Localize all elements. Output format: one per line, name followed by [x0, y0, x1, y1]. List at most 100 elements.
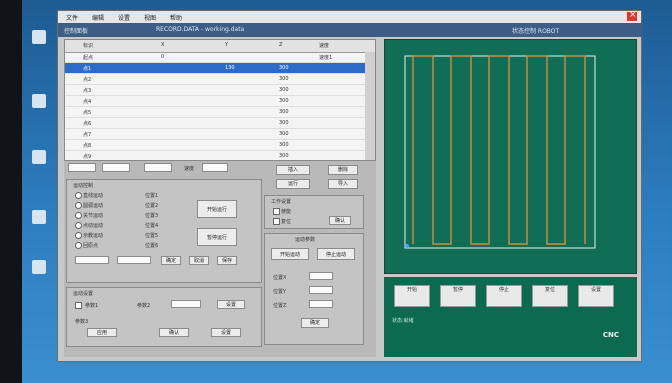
- table-row[interactable]: 起点 0 速度1: [65, 52, 375, 63]
- canvas-pause-button[interactable]: 暂停: [440, 285, 476, 307]
- canvas-reset-button[interactable]: 复位: [532, 285, 568, 307]
- position-x-input[interactable]: [309, 272, 333, 280]
- ok-button[interactable]: 确认: [159, 328, 189, 337]
- param-input-2[interactable]: [117, 256, 151, 264]
- path-preview: [404, 55, 596, 249]
- start-button[interactable]: 开始运行: [197, 200, 237, 218]
- radio-label: 圆弧运动: [83, 203, 104, 209]
- speed-input[interactable]: [202, 163, 228, 172]
- radio-label: 回原点: [83, 243, 99, 249]
- enable-checkbox[interactable]: [75, 302, 82, 309]
- apply-button[interactable]: 应用: [87, 328, 117, 337]
- cancel-button[interactable]: 取消: [189, 256, 209, 265]
- table-row[interactable]: 点1 130 300: [65, 63, 375, 74]
- desktop-icon-computer[interactable]: [32, 30, 46, 44]
- canvas-settings-button[interactable]: 设置: [578, 285, 614, 307]
- titlebar-right: 状态控制 ROBOT: [512, 28, 560, 35]
- desktop-icon-app[interactable]: [32, 210, 46, 224]
- right-control-panel: 开始 暂停 停止 复位 设置 状态:就绪 CNC: [384, 277, 637, 357]
- table-row[interactable]: 点7 300: [65, 129, 375, 140]
- import-button[interactable]: 导入: [328, 179, 358, 189]
- ok-button[interactable]: 确定: [301, 318, 329, 328]
- desktop-icon-settings[interactable]: [32, 260, 46, 274]
- table-scrollbar[interactable]: [365, 52, 375, 160]
- table-cell: 点2: [83, 77, 92, 83]
- status-text: 状态:就绪: [392, 318, 414, 324]
- position-y-input[interactable]: [309, 286, 333, 294]
- titlebar-center: RECORD.DATA - working.data: [156, 26, 245, 33]
- pause-button[interactable]: 暂停运行: [197, 228, 237, 246]
- menu-file[interactable]: 文件: [66, 13, 78, 22]
- table-cell: 点8: [83, 143, 92, 149]
- close-icon[interactable]: [627, 10, 637, 21]
- table-cell: 点7: [83, 132, 92, 138]
- table-cell: 300: [279, 98, 289, 104]
- radio-mode-4[interactable]: [75, 222, 82, 229]
- radio-mode-1[interactable]: [75, 192, 82, 199]
- insert-button[interactable]: 插入: [276, 165, 310, 175]
- param-label: 参数2: [137, 303, 151, 309]
- title-bar: 控制面板 RECORD.DATA - working.data 状态控制 ROB…: [58, 23, 643, 37]
- col-header: Y: [225, 42, 229, 48]
- menu-edit[interactable]: 编辑: [92, 13, 104, 22]
- save-button[interactable]: 保存: [217, 256, 237, 265]
- path-canvas[interactable]: [384, 39, 637, 274]
- table-row[interactable]: 点9 300: [65, 151, 375, 160]
- desktop-icon-network[interactable]: [32, 94, 46, 108]
- table-cell: 300: [279, 65, 289, 71]
- enable-checkbox[interactable]: [273, 208, 280, 215]
- param-input-1[interactable]: [75, 256, 109, 264]
- points-table: 标识 X Y Z 速度 起点 0 速度1 点1 130 300 点2 300 点3 300 点4 30…: [64, 39, 376, 161]
- param-label: 参数1: [85, 303, 99, 309]
- set-button[interactable]: 设置: [217, 300, 245, 309]
- stop-motion-button[interactable]: 停止运动: [317, 248, 355, 260]
- menu-view[interactable]: 视图: [144, 13, 156, 22]
- table-cell: 点3: [83, 88, 92, 94]
- desktop-icon-folder[interactable]: [32, 150, 46, 164]
- group-title: 工作设置: [271, 199, 292, 205]
- col-header: Z: [279, 42, 283, 48]
- table-row[interactable]: 点2 300: [65, 74, 375, 85]
- run-button[interactable]: 运行: [276, 179, 310, 189]
- main-window: 文件 编辑 设置 视图 帮助 控制面板 RECORD.DATA - workin…: [57, 10, 643, 362]
- table-row[interactable]: 点3 300: [65, 85, 375, 96]
- radio-mode-5[interactable]: [75, 232, 82, 239]
- extra-button[interactable]: 设置: [211, 328, 241, 337]
- start-motion-button[interactable]: 开始运动: [271, 248, 309, 260]
- param-label: 位置Y: [273, 289, 287, 295]
- table-cell: 300: [279, 120, 289, 126]
- param-input-3[interactable]: [171, 300, 201, 308]
- value-label: 位置4: [145, 223, 159, 229]
- table-row[interactable]: 点8 300: [65, 140, 375, 151]
- canvas-stop-button[interactable]: 停止: [486, 285, 522, 307]
- motion-control-group: 运动控制 直线运动 位置1 圆弧运动 位置2 关节运动 位置3 点动运动 位置4…: [66, 179, 262, 283]
- point-y-input[interactable]: [144, 163, 172, 172]
- confirm-button[interactable]: 确认: [329, 216, 351, 225]
- radio-mode-6[interactable]: [75, 242, 82, 249]
- table-cell: 300: [279, 109, 289, 115]
- table-row[interactable]: 点6 300: [65, 118, 375, 129]
- point-x-input[interactable]: [102, 163, 130, 172]
- chk-label: 使能: [281, 209, 292, 215]
- radio-mode-2[interactable]: [75, 202, 82, 209]
- menu-help[interactable]: 帮助: [170, 13, 182, 22]
- value-label: 位置2: [145, 203, 159, 209]
- radio-label: 直线运动: [83, 193, 104, 199]
- radio-mode-3[interactable]: [75, 212, 82, 219]
- reset-checkbox[interactable]: [273, 218, 280, 225]
- position-z-input[interactable]: [309, 300, 333, 308]
- table-row[interactable]: 点5 300: [65, 107, 375, 118]
- canvas-start-button[interactable]: 开始: [394, 285, 430, 307]
- confirm-button[interactable]: 确定: [161, 256, 181, 265]
- left-pane: 标识 X Y Z 速度 起点 0 速度1 点1 130 300 点2 300 点3 300 点4 30…: [64, 39, 376, 357]
- titlebar-left: 控制面板: [64, 28, 89, 35]
- table-cell: 300: [279, 76, 289, 82]
- monitor-bezel-left: [0, 0, 22, 383]
- menu-settings[interactable]: 设置: [118, 13, 130, 22]
- table-row[interactable]: 点4 300: [65, 96, 375, 107]
- group-title: 运动参数: [295, 237, 316, 243]
- delete-button[interactable]: 删除: [328, 165, 358, 175]
- table-cell: 300: [279, 142, 289, 148]
- speed-label: 速度: [184, 166, 195, 172]
- point-index-input[interactable]: [68, 163, 96, 172]
